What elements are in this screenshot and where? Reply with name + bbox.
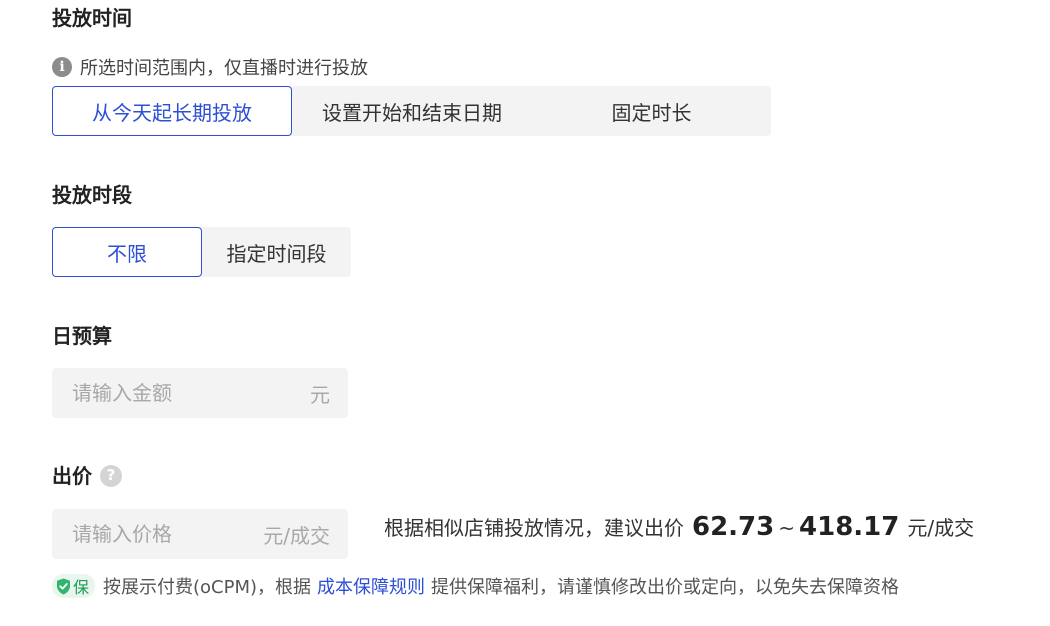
budget-unit: 元	[310, 382, 330, 407]
schedule-title: 投放时间	[52, 6, 132, 30]
bid-suggestion: 根据相似店铺投放情况，建议出价 62.73 ~ 418.17 元/成交	[384, 512, 974, 542]
bid-unit: 元/成交	[263, 523, 330, 548]
schedule-option-long-term[interactable]: 从今天起长期投放	[52, 86, 292, 136]
schedule-options: 从今天起长期投放 设置开始和结束日期 固定时长	[52, 86, 771, 136]
bid-title-row: 出价?	[52, 464, 122, 489]
guarantee-text-before: 按展示付费(oCPM)，根据	[103, 577, 312, 598]
shield-check-icon	[57, 578, 70, 594]
guarantee-badge: 保	[52, 574, 96, 598]
budget-input[interactable]	[70, 380, 310, 406]
schedule-info: i 所选时间范围内，仅直播时进行投放	[52, 54, 368, 80]
bid-field: 元/成交	[52, 509, 348, 559]
guarantee-note: 保 按展示付费(oCPM)，根据 成本保障规则 提供保障福利，请谨慎修改出价或定…	[52, 573, 899, 599]
info-icon: i	[52, 57, 72, 77]
question-icon[interactable]: ?	[100, 464, 122, 487]
schedule-option-fixed-duration[interactable]: 固定时长	[532, 86, 771, 136]
period-option-unlimited[interactable]: 不限	[52, 227, 202, 277]
bid-suggestion-min: 62.73	[692, 512, 775, 542]
cost-guarantee-rules-link[interactable]: 成本保障规则	[317, 573, 425, 599]
guarantee-badge-label: 保	[73, 578, 90, 597]
bid-suggestion-max: 418.17	[799, 512, 900, 542]
bid-input[interactable]	[70, 521, 264, 547]
budget-title: 日预算	[52, 324, 112, 348]
bid-suggestion-separator: ~	[778, 516, 796, 540]
budget-field: 元	[52, 368, 348, 418]
bid-suggestion-prefix: 根据相似店铺投放情况，建议出价	[384, 516, 684, 540]
bid-title: 出价	[52, 464, 92, 488]
guarantee-text-after: 提供保障福利，请谨慎修改出价或定向，以免失去保障资格	[431, 577, 900, 598]
bid-suggestion-unit: 元/成交	[907, 516, 975, 540]
period-title: 投放时段	[52, 183, 132, 207]
period-options: 不限 指定时间段	[52, 227, 351, 277]
schedule-option-date-range[interactable]: 设置开始和结束日期	[292, 86, 532, 136]
schedule-info-text: 所选时间范围内，仅直播时进行投放	[80, 58, 368, 79]
period-option-time-slots[interactable]: 指定时间段	[202, 227, 351, 277]
ad-settings-form: 投放时间 i 所选时间范围内，仅直播时进行投放 从今天起长期投放 设置开始和结束…	[0, 0, 1050, 626]
